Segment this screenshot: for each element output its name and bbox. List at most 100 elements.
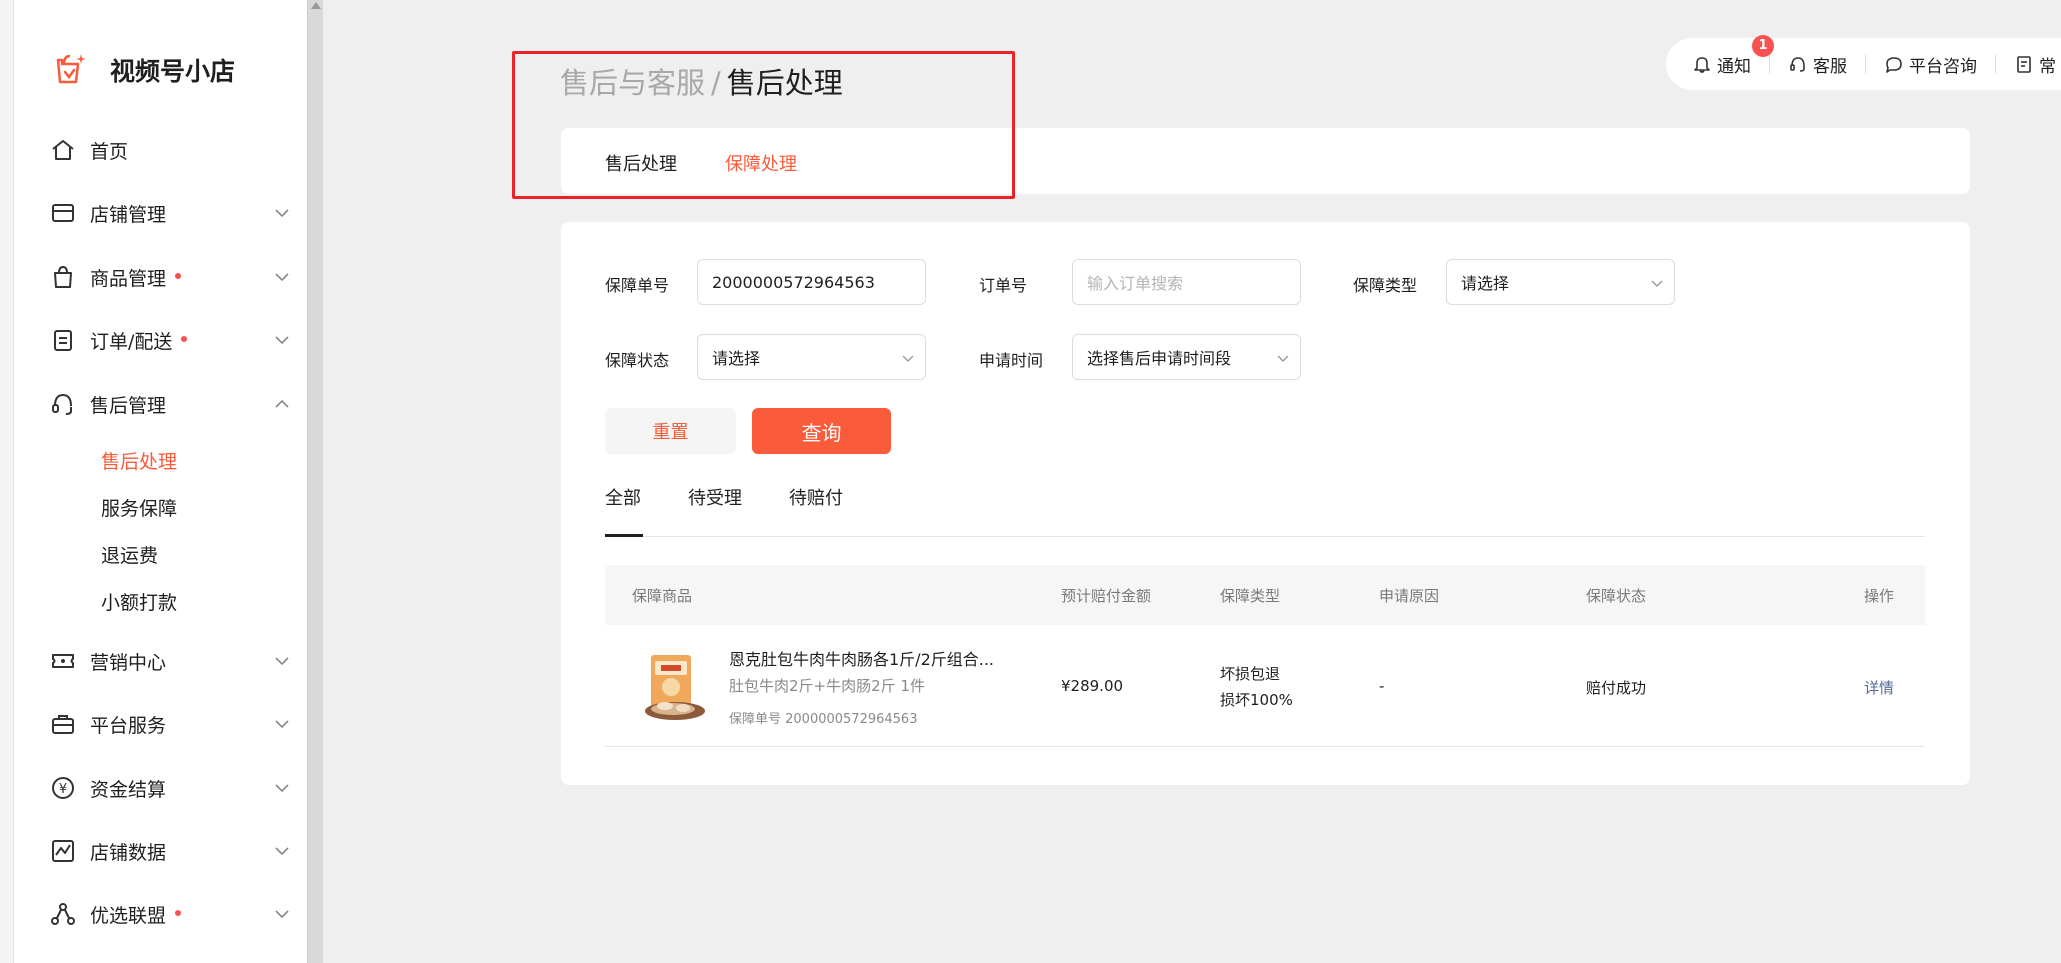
guarantee-type-label: 保障类型 [1353, 276, 1418, 295]
headset-icon [52, 393, 72, 415]
sidebar-item-orders[interactable]: 订单/配送 [50, 320, 290, 360]
guarantee-no-input[interactable]: 2000000572964563 [697, 259, 926, 305]
apply-reason: - [1379, 677, 1385, 695]
sidebar-subitem-aftersales-handling[interactable]: 售后处理 [101, 447, 177, 474]
chevron-down-icon [275, 273, 289, 282]
guarantee-status-select[interactable]: 请选择 [697, 334, 926, 380]
app-logo[interactable]: 视频号小店 [50, 50, 235, 90]
payout-amount: ¥289.00 [1061, 677, 1124, 695]
sidebar-item-label: 平台服务 [90, 714, 167, 737]
sidebar-item-store-data[interactable]: 店铺数据 [50, 831, 290, 871]
column-header: 保障类型 [1220, 587, 1281, 605]
tab-guarantee-handling[interactable]: 保障处理 [725, 150, 797, 176]
query-button[interactable]: 查询 [752, 408, 891, 454]
ticket-icon [52, 654, 74, 668]
reset-button[interactable]: 重置 [605, 408, 736, 454]
notify-button[interactable]: 通知 1 [1692, 34, 1774, 77]
top-action-bar: 通知 1 客服 平台咨询 常 [1666, 34, 2061, 90]
more-button[interactable]: 常 [2014, 52, 2056, 77]
guarantee-status-label: 保障状态 [605, 351, 670, 370]
column-header: 申请原因 [1379, 587, 1440, 605]
chevron-down-icon [1651, 280, 1663, 287]
chevron-down-icon [902, 355, 914, 362]
guarantee-status-value: 请选择 [712, 349, 761, 368]
chevron-up-icon [275, 399, 289, 408]
guarantee-type-value: 请选择 [1461, 274, 1510, 293]
detail-link[interactable]: 详情 [1864, 677, 1894, 698]
guarantee-id: 保障单号 2000000572964563 [729, 712, 918, 727]
sidebar-subitem-return-shipping[interactable]: 退运费 [101, 541, 158, 568]
product-spec: 肚包牛肉2斤+牛肉肠2斤 1件 [729, 677, 925, 695]
platform-consult-button[interactable]: 平台咨询 [1884, 52, 1977, 77]
headset-icon [1790, 57, 1805, 72]
sidebar-item-label: 订单/配送 [90, 330, 173, 353]
table-row: 恩克肚包牛肉牛肉肠各1斤/2斤组合... 肚包牛肉2斤+牛肉肠2斤 1件 保障单… [605, 626, 1925, 747]
divider [1995, 55, 1996, 73]
tab-all[interactable]: 全部 [605, 484, 641, 510]
chevron-down-icon [1277, 355, 1289, 362]
chevron-down-icon [275, 336, 289, 345]
chart-icon [52, 840, 74, 862]
sidebar-item-label: 首页 [90, 140, 129, 163]
svg-text:¥: ¥ [59, 782, 67, 797]
sidebar-item-alliance[interactable]: 优选联盟 [50, 894, 290, 934]
sidebar-item-label: 店铺数据 [90, 841, 167, 864]
sidebar-item-store[interactable]: 店铺管理 [50, 193, 290, 233]
breadcrumb: 售后与客服 / 售后处理 [560, 60, 843, 102]
chevron-down-icon [275, 910, 289, 919]
more-label: 常 [2039, 56, 2056, 77]
column-header: 操作 [1864, 587, 1895, 605]
sidebar-subitem-service-guarantee[interactable]: 服务保障 [101, 494, 177, 521]
yen-icon: ¥ [52, 777, 74, 799]
tab-pending-accept[interactable]: 待受理 [688, 484, 742, 510]
tab-aftersales-handling[interactable]: 售后处理 [605, 150, 677, 176]
guarantee-type-select[interactable]: 请选择 [1446, 259, 1675, 305]
bag-icon [54, 265, 72, 288]
sidebar-item-label: 商品管理 [90, 267, 167, 290]
table-header: 保障商品 预计赔付金额 保障类型 申请原因 保障状态 操作 [605, 565, 1925, 625]
sidebar-item-marketing[interactable]: 营销中心 [50, 641, 290, 681]
sidebar-item-products[interactable]: 商品管理 [50, 257, 290, 297]
sidebar-scrollbar[interactable] [307, 0, 323, 963]
guarantee-no-value: 2000000572964563 [712, 272, 875, 292]
customer-service-label: 客服 [1813, 56, 1847, 77]
app-name: 视频号小店 [110, 57, 236, 86]
chevron-down-icon [275, 209, 289, 218]
sidebar-item-label: 营销中心 [90, 651, 167, 674]
product-title[interactable]: 恩克肚包牛肉牛肉肠各1斤/2斤组合... [729, 646, 994, 670]
shop-logo-icon [56, 54, 86, 84]
order-no-placeholder: 输入订单搜索 [1087, 274, 1184, 293]
customer-service-button[interactable]: 客服 [1788, 52, 1847, 77]
sidebar-subitem-small-payment[interactable]: 小额打款 [101, 588, 177, 615]
apply-time-label: 申请时间 [979, 351, 1044, 370]
network-icon [51, 903, 75, 925]
bell-icon [1694, 57, 1710, 73]
notification-dot [181, 336, 188, 342]
apply-time-value: 选择售后申请时间段 [1087, 349, 1232, 368]
sidebar-item-platform-services[interactable]: 平台服务 [50, 704, 290, 744]
sidebar-item-home[interactable]: 首页 [50, 130, 290, 170]
active-tab-indicator [605, 534, 643, 537]
column-header: 保障商品 [632, 587, 693, 605]
apply-time-picker[interactable]: 选择售后申请时间段 [1072, 334, 1301, 380]
chevron-down-icon [275, 784, 289, 793]
status-badge: 赔付成功 [1586, 679, 1647, 697]
notification-count-badge: 1 [1752, 34, 1774, 57]
sidebar-item-aftersales[interactable]: 售后管理 [50, 384, 290, 424]
chevron-down-icon [275, 847, 289, 856]
order-no-input[interactable]: 输入订单搜索 [1072, 259, 1301, 305]
guarantee-no-label: 保障单号 [605, 276, 670, 295]
sidebar: 视频号小店 首页 店铺管理 商品管理 订单/配送 售后管理 售后处理 服务保障 … [14, 0, 307, 963]
sidebar-item-label: 资金结算 [90, 778, 167, 801]
home-icon [52, 140, 74, 160]
scroll-up-arrow-icon[interactable] [311, 2, 321, 9]
sidebar-item-settlement[interactable]: ¥ 资金结算 [50, 768, 290, 808]
store-icon [52, 204, 74, 222]
product-thumbnail[interactable] [637, 651, 709, 723]
divider [1769, 55, 1770, 73]
tab-pending-payout[interactable]: 待赔付 [789, 484, 843, 510]
main-content-card: 保障单号 2000000572964563 订单号 输入订单搜索 保障类型 请选… [561, 222, 1970, 785]
breadcrumb-separator: / [711, 66, 721, 100]
breadcrumb-parent[interactable]: 售后与客服 [560, 66, 705, 100]
clipboard-icon [54, 330, 72, 351]
